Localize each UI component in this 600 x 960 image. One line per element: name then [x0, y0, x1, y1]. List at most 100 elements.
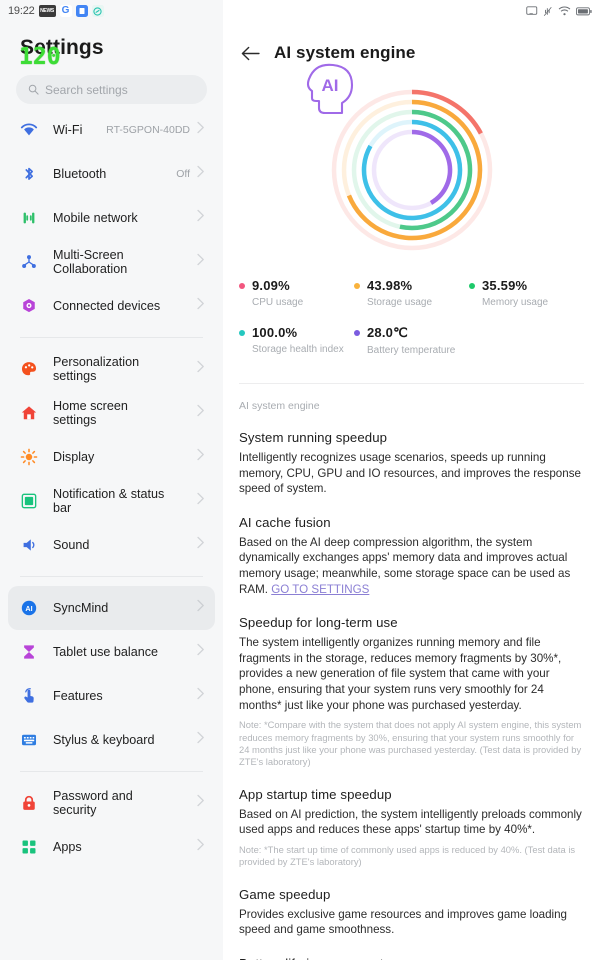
- section-body: The system intelligently organizes runni…: [239, 635, 584, 713]
- stat-value: 9.09%: [252, 278, 290, 293]
- back-arrow-icon[interactable]: [237, 40, 263, 66]
- sidebar-item-label: SyncMind: [53, 601, 109, 615]
- stat-top: 35.59%: [468, 278, 584, 293]
- section-body: Provides exclusive game resources and im…: [239, 907, 584, 938]
- sidebar-item-connected-devices[interactable]: Connected devices: [8, 284, 215, 328]
- sidebar-item-label: Tablet use balance: [53, 645, 159, 659]
- section-heading: System running speedup: [239, 430, 388, 445]
- sidebar-item-label: Sound: [53, 538, 90, 552]
- chevron-right-icon: [196, 643, 205, 661]
- go-to-settings-link[interactable]: GO TO SETTINGS: [271, 583, 369, 596]
- chevron-right-icon: [196, 253, 205, 271]
- system-stats: 9.09% CPU usage 43.98% Storage usage 35.59% M…: [223, 256, 600, 356]
- stat-label: Battery temperature: [366, 345, 456, 356]
- svg-text:AI: AI: [25, 604, 32, 613]
- chevron-right-icon: [196, 536, 205, 554]
- stat-color-dot: [468, 282, 475, 289]
- sidebar-item-multi-screen-collaboration[interactable]: Multi-Screen Collaboration: [8, 240, 215, 284]
- mobile-network-icon: [18, 209, 40, 227]
- stat-battery-temperature: 28.0℃ Battery temperature: [353, 325, 469, 356]
- search-input[interactable]: Search settings: [16, 75, 207, 104]
- hourglass-icon: [18, 643, 40, 661]
- brightness-icon: [18, 448, 40, 466]
- chevron-right-icon: [196, 404, 205, 422]
- stat-color-dot: [353, 282, 360, 289]
- sidebar-item-personalization-settings[interactable]: Personalization settings: [8, 347, 215, 391]
- sidebar-item-mobile-network[interactable]: Mobile network: [8, 196, 215, 240]
- chevron-right-icon: [196, 297, 205, 315]
- sidebar-item-label: Apps: [53, 840, 82, 854]
- notification-bar-icon: [18, 492, 40, 510]
- section-eyebrow: AI system engine: [239, 400, 320, 412]
- palette-icon: [18, 360, 40, 378]
- sidebar-item-label: Mobile network: [53, 211, 138, 225]
- section-heading: App startup time speedup: [239, 786, 392, 802]
- sidebar-item-label: Home screen settings: [53, 399, 128, 427]
- stat-label: CPU usage: [252, 297, 304, 308]
- stat-memory-usage: 35.59% Memory usage: [468, 278, 584, 308]
- nav-group-divider: [20, 337, 203, 338]
- search-placeholder: Search settings: [45, 82, 128, 97]
- sidebar-item-wi-fi[interactable]: Wi-Fi RT-5GPON-40DD: [8, 108, 215, 152]
- stat-label: Storage health index: [252, 344, 344, 355]
- sidebar-item-apps[interactable]: Apps: [8, 825, 215, 869]
- chevron-right-icon: [196, 209, 205, 227]
- feature-descriptions: AI system engine System running speedup I…: [223, 384, 600, 960]
- sidebar-item-home-screen-settings[interactable]: Home screen settings: [8, 391, 215, 435]
- stat-top: 28.0℃: [353, 325, 469, 341]
- feature-section: Battery life improvement: [235, 956, 584, 960]
- stat-value: 28.0℃: [366, 325, 408, 340]
- nav-group-divider: [20, 576, 203, 577]
- section-heading: AI cache fusion: [239, 514, 331, 530]
- section-body: Intelligently recognizes usage scenarios…: [239, 450, 584, 497]
- chevron-right-icon: [196, 687, 205, 705]
- feature-section: Game speedup Provides exclusive game reso…: [235, 887, 584, 938]
- stat-value: 43.98%: [366, 278, 413, 293]
- ai-hero-graphic: AI: [223, 63, 600, 256]
- sidebar-item-sound[interactable]: Sound: [8, 523, 215, 567]
- sidebar-item-stylus-keyboard[interactable]: Stylus & keyboard: [8, 718, 215, 762]
- sidebar-item-label: Wi-Fi: [53, 123, 83, 137]
- ai-head-icon: AI: [306, 63, 353, 115]
- ai-rings: AI: [306, 63, 495, 253]
- sidebar-item-label: Display: [53, 450, 95, 464]
- feature-section: System running speedup Intelligently reco…: [235, 430, 584, 497]
- feature-section: Speedup for long-term use The system inte…: [235, 615, 584, 769]
- sidebar-item-label: Personalization settings: [53, 355, 140, 383]
- home-icon: [18, 404, 40, 422]
- sidebar-item-password-and-security[interactable]: Password and security: [8, 781, 215, 825]
- sidebar-item-label: Features: [53, 689, 103, 703]
- sidebar-item-features[interactable]: Features: [8, 674, 215, 718]
- stat-top: 43.98%: [353, 278, 469, 293]
- sidebar-item-syncmind[interactable]: AI SyncMind: [8, 586, 215, 630]
- wifi-icon: [18, 121, 40, 139]
- stat-row: 100.0% Storage health index 28.0℃ Battery t…: [239, 325, 584, 356]
- sidebar-item-tablet-use-balance[interactable]: Tablet use balance: [8, 630, 215, 674]
- connected-devices-icon: [18, 297, 40, 315]
- stat-row: 9.09% CPU usage 43.98% Storage usage 35.59% M…: [239, 278, 584, 308]
- settings-nav-list: Wi-Fi RT-5GPON-40DD Bluetooth Off Mobile net…: [0, 108, 223, 869]
- section-heading: Battery life improvement: [239, 956, 584, 960]
- battery-ring: [411, 129, 452, 205]
- stat-color-dot: [239, 282, 245, 289]
- apps-grid-icon: [18, 838, 40, 856]
- section-body-text: Intelligently recognizes usage scenarios…: [239, 451, 581, 496]
- stat-storage-usage: 43.98% Storage usage: [353, 278, 469, 308]
- sidebar-item-label: Multi-Screen Collaboration: [53, 248, 128, 276]
- stat-storage-health-index: 100.0% Storage health index: [239, 325, 354, 356]
- sidebar-item-bluetooth[interactable]: Bluetooth Off: [8, 152, 215, 196]
- chevron-right-icon: [196, 599, 205, 617]
- gesture-icon: [18, 687, 40, 705]
- sidebar-item-label: Connected devices: [53, 299, 161, 313]
- sidebar-item-notification-status-bar[interactable]: Notification & status bar: [8, 479, 215, 523]
- chevron-right-icon: [196, 448, 205, 466]
- bluetooth-icon: [18, 165, 40, 183]
- sidebar-item-display[interactable]: Display: [8, 435, 215, 479]
- svg-text:AI: AI: [321, 76, 338, 95]
- chevron-right-icon: [196, 165, 205, 183]
- feature-section: AI cache fusion Based on the AI deep comp…: [235, 515, 584, 597]
- keyboard-icon: [18, 731, 40, 749]
- section-note: Note: *Compare with the system that does…: [239, 719, 582, 768]
- chevron-right-icon: [196, 794, 205, 812]
- stat-value: 100.0%: [252, 325, 298, 340]
